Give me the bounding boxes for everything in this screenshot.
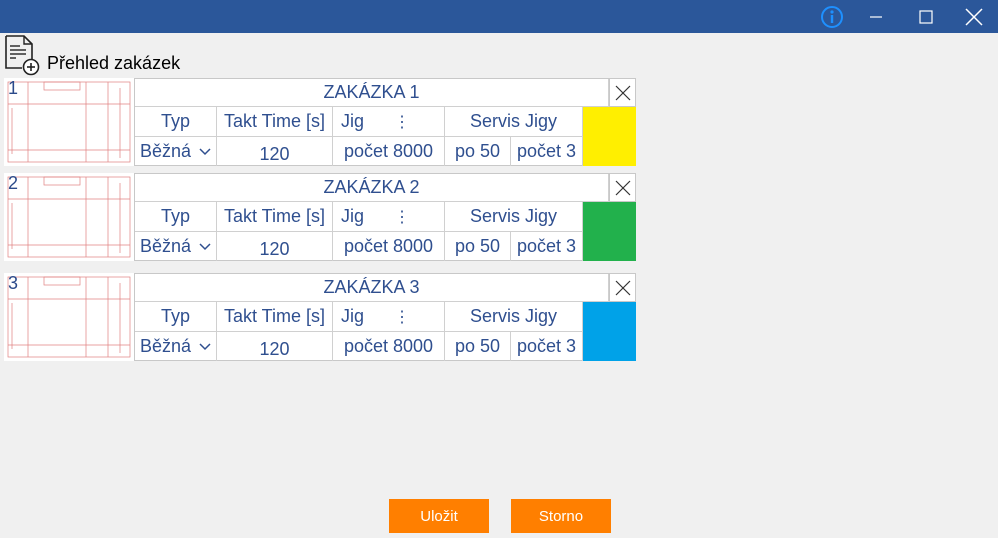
typ-value: Běžná <box>139 141 192 161</box>
servis-count-input[interactable]: počet 3 <box>511 232 583 261</box>
order-thumbnail[interactable]: 2 <box>4 173 134 261</box>
document-add-icon <box>5 35 40 76</box>
close-icon <box>615 280 630 295</box>
order-color-swatch[interactable] <box>583 107 636 166</box>
typ-label: Typ <box>135 302 217 332</box>
order-grid: ZAKÁZKA 1 Typ Takt Time [s] Jig ⋮ Servis… <box>134 78 636 166</box>
takt-time-input[interactable]: 120 <box>217 232 333 261</box>
minimize-icon[interactable] <box>852 0 900 33</box>
servis-interval-input[interactable]: po 50 <box>445 137 511 166</box>
title-bar <box>0 0 998 33</box>
order-color-swatch[interactable] <box>583 202 636 261</box>
typ-label: Typ <box>135 107 217 137</box>
save-button[interactable]: Uložit <box>389 499 489 533</box>
servis-count-input[interactable]: počet 3 <box>511 137 583 166</box>
close-icon <box>615 85 630 100</box>
takt-time-input[interactable]: 120 <box>217 137 333 166</box>
servis-jigy-label: Servis Jigy <box>445 302 583 332</box>
takt-time-label: Takt Time [s] <box>217 107 333 137</box>
servis-jigy-label: Servis Jigy <box>445 202 583 232</box>
layout-drawing-icon <box>7 81 131 163</box>
typ-select[interactable]: Běžná <box>135 137 217 166</box>
chevron-down-icon <box>199 147 211 155</box>
jig-label-text: Jig <box>341 111 365 131</box>
jig-label: Jig ⋮ <box>333 302 445 332</box>
order-title: ZAKÁZKA 2 <box>135 174 609 202</box>
servis-interval-input[interactable]: po 50 <box>445 332 511 361</box>
jig-label-text: Jig <box>341 306 365 326</box>
order-card: 1 ZAKÁZKA 1 Typ Takt Time [s] Jig ⋮ Serv… <box>4 78 636 166</box>
layout-drawing-icon <box>7 276 131 358</box>
order-card: 3 ZAKÁZKA 3 Typ Takt Time [s] Jig ⋮ Serv… <box>4 273 636 361</box>
close-icon <box>615 180 630 195</box>
chevron-down-icon <box>199 342 211 350</box>
info-icon[interactable] <box>808 0 856 33</box>
jig-count-input[interactable]: počet 8000 <box>333 232 445 261</box>
jig-menu-icon[interactable]: ⋮ <box>394 207 410 227</box>
typ-value: Běžná <box>139 336 192 356</box>
jig-menu-icon[interactable]: ⋮ <box>394 307 410 327</box>
order-number: 2 <box>8 173 19 193</box>
jig-label: Jig ⋮ <box>333 107 445 137</box>
order-thumbnail[interactable]: 3 <box>4 273 134 361</box>
takt-time-label: Takt Time [s] <box>217 202 333 232</box>
jig-label-text: Jig <box>341 206 365 226</box>
chevron-down-icon <box>199 242 211 250</box>
takt-time-label: Takt Time [s] <box>217 302 333 332</box>
page-header: Přehled zakázek <box>0 34 400 76</box>
servis-interval-input[interactable]: po 50 <box>445 232 511 261</box>
cancel-button[interactable]: Storno <box>511 499 611 533</box>
typ-value: Běžná <box>139 236 192 256</box>
jig-label: Jig ⋮ <box>333 202 445 232</box>
layout-drawing-icon <box>7 176 131 258</box>
order-title: ZAKÁZKA 1 <box>135 79 609 107</box>
order-title: ZAKÁZKA 3 <box>135 274 609 302</box>
order-card: 2 ZAKÁZKA 2 Typ Takt Time [s] Jig ⋮ Serv… <box>4 173 636 261</box>
order-number: 3 <box>8 273 19 293</box>
order-grid: ZAKÁZKA 2 Typ Takt Time [s] Jig ⋮ Servis… <box>134 173 636 261</box>
remove-order-button[interactable] <box>609 274 635 302</box>
jig-menu-icon[interactable]: ⋮ <box>394 112 410 132</box>
typ-select[interactable]: Běžná <box>135 232 217 261</box>
remove-order-button[interactable] <box>609 174 635 202</box>
page-title: Přehled zakázek <box>47 53 181 73</box>
order-grid: ZAKÁZKA 3 Typ Takt Time [s] Jig ⋮ Servis… <box>134 273 636 361</box>
order-number: 1 <box>8 78 19 98</box>
typ-label: Typ <box>135 202 217 232</box>
typ-select[interactable]: Běžná <box>135 332 217 361</box>
jig-count-input[interactable]: počet 8000 <box>333 137 445 166</box>
order-thumbnail[interactable]: 1 <box>4 78 134 166</box>
takt-time-input[interactable]: 120 <box>217 332 333 361</box>
maximize-icon[interactable] <box>902 0 950 33</box>
close-icon[interactable] <box>950 0 998 33</box>
remove-order-button[interactable] <box>609 79 635 107</box>
order-color-swatch[interactable] <box>583 302 636 361</box>
jig-count-input[interactable]: počet 8000 <box>333 332 445 361</box>
servis-jigy-label: Servis Jigy <box>445 107 583 137</box>
servis-count-input[interactable]: počet 3 <box>511 332 583 361</box>
